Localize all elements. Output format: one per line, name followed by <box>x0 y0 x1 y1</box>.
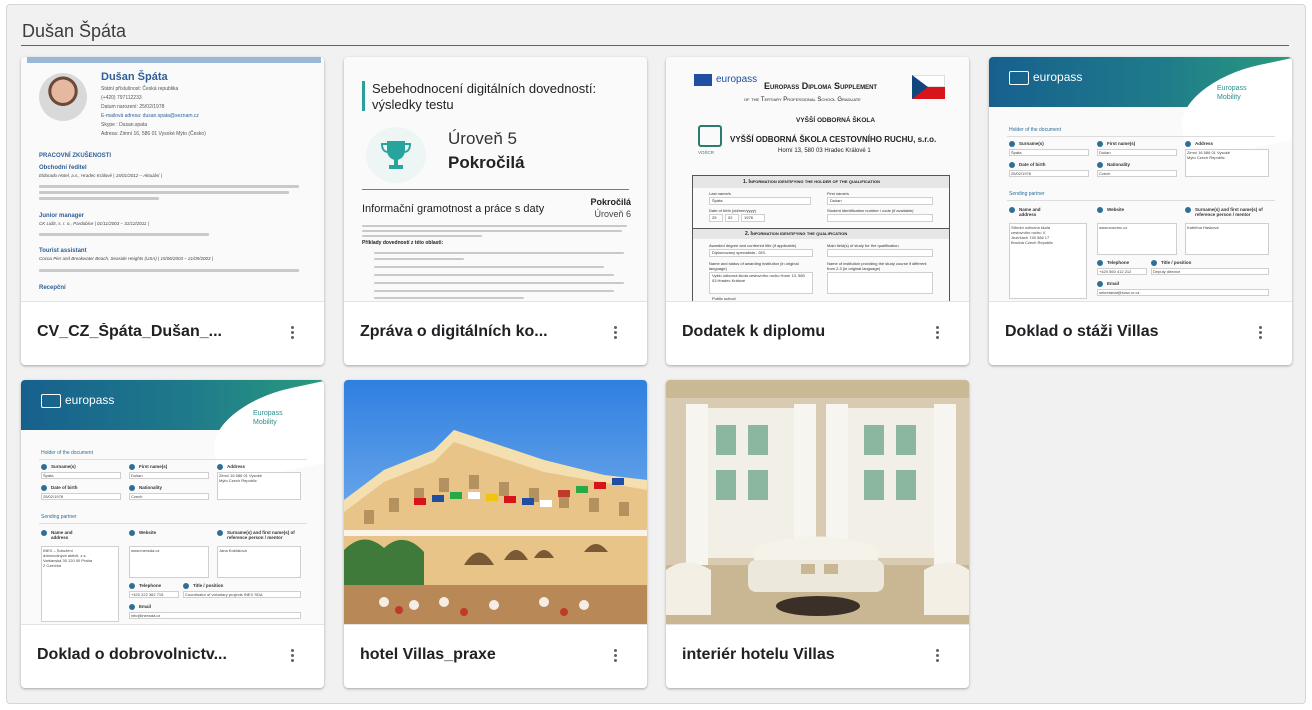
document-thumbnail: Sebehodnocení digitálních dovedností: vý… <box>344 57 647 302</box>
card-title: hotel Villas_praxe <box>360 646 496 663</box>
more-options-button[interactable] <box>1250 321 1270 343</box>
hotel-photo <box>344 380 647 625</box>
document-card-diploma-supplement[interactable]: europass Europass Diploma Supplement of … <box>666 57 969 365</box>
more-options-button[interactable] <box>927 321 947 343</box>
card-title: CV_CZ_Špáta_Dušan_... <box>37 323 222 340</box>
card-title: Dodatek k diplomu <box>682 323 826 340</box>
photo-card-interior[interactable]: interiér hotelu Villas <box>666 380 969 688</box>
profile-photo <box>39 73 87 121</box>
more-options-button[interactable] <box>927 644 947 666</box>
document-thumbnail: europass Europass Mobility Holder of the… <box>989 57 1292 302</box>
card-title: Doklad o dobrovolnictv... <box>37 646 227 663</box>
school-seal-icon <box>698 125 722 147</box>
document-thumbnail: europass Europass Diploma Supplement of … <box>666 57 969 302</box>
card-title: Zpráva o digitálních ko... <box>360 323 548 340</box>
interior-photo <box>666 380 969 625</box>
more-options-button[interactable] <box>282 321 302 343</box>
czech-flag-icon <box>912 75 945 99</box>
europass-logo-icon <box>1009 71 1029 85</box>
europass-logo-icon <box>41 394 61 408</box>
document-card-internship-certificate[interactable]: europass Europass Mobility Holder of the… <box>989 57 1292 365</box>
document-card-digital-report[interactable]: Sebehodnocení digitálních dovedností: vý… <box>344 57 647 365</box>
card-title: Doklad o stáži Villas <box>1005 323 1159 340</box>
panel-title: Dušan Špáta <box>22 21 127 41</box>
document-card-cv[interactable]: Dušan Špáta Státní příslušnost: Česká re… <box>21 57 324 365</box>
more-options-button[interactable] <box>605 321 625 343</box>
profile-panel: Dušan Špáta Dušan Špáta Státní příslušno… <box>6 4 1306 704</box>
photo-card-hotel[interactable]: hotel Villas_praxe <box>344 380 647 688</box>
document-card-volunteering-certificate[interactable]: europass Europass Mobility Holder of the… <box>21 380 324 688</box>
card-title: interiér hotelu Villas <box>682 646 835 663</box>
more-options-button[interactable] <box>605 644 625 666</box>
document-thumbnail: Dušan Špáta Státní příslušnost: Česká re… <box>21 57 324 302</box>
panel-divider <box>21 45 1289 46</box>
eu-flag-icon <box>694 74 712 86</box>
more-options-button[interactable] <box>282 644 302 666</box>
trophy-icon <box>380 141 412 169</box>
document-thumbnail: europass Europass Mobility Holder of the… <box>21 380 324 625</box>
